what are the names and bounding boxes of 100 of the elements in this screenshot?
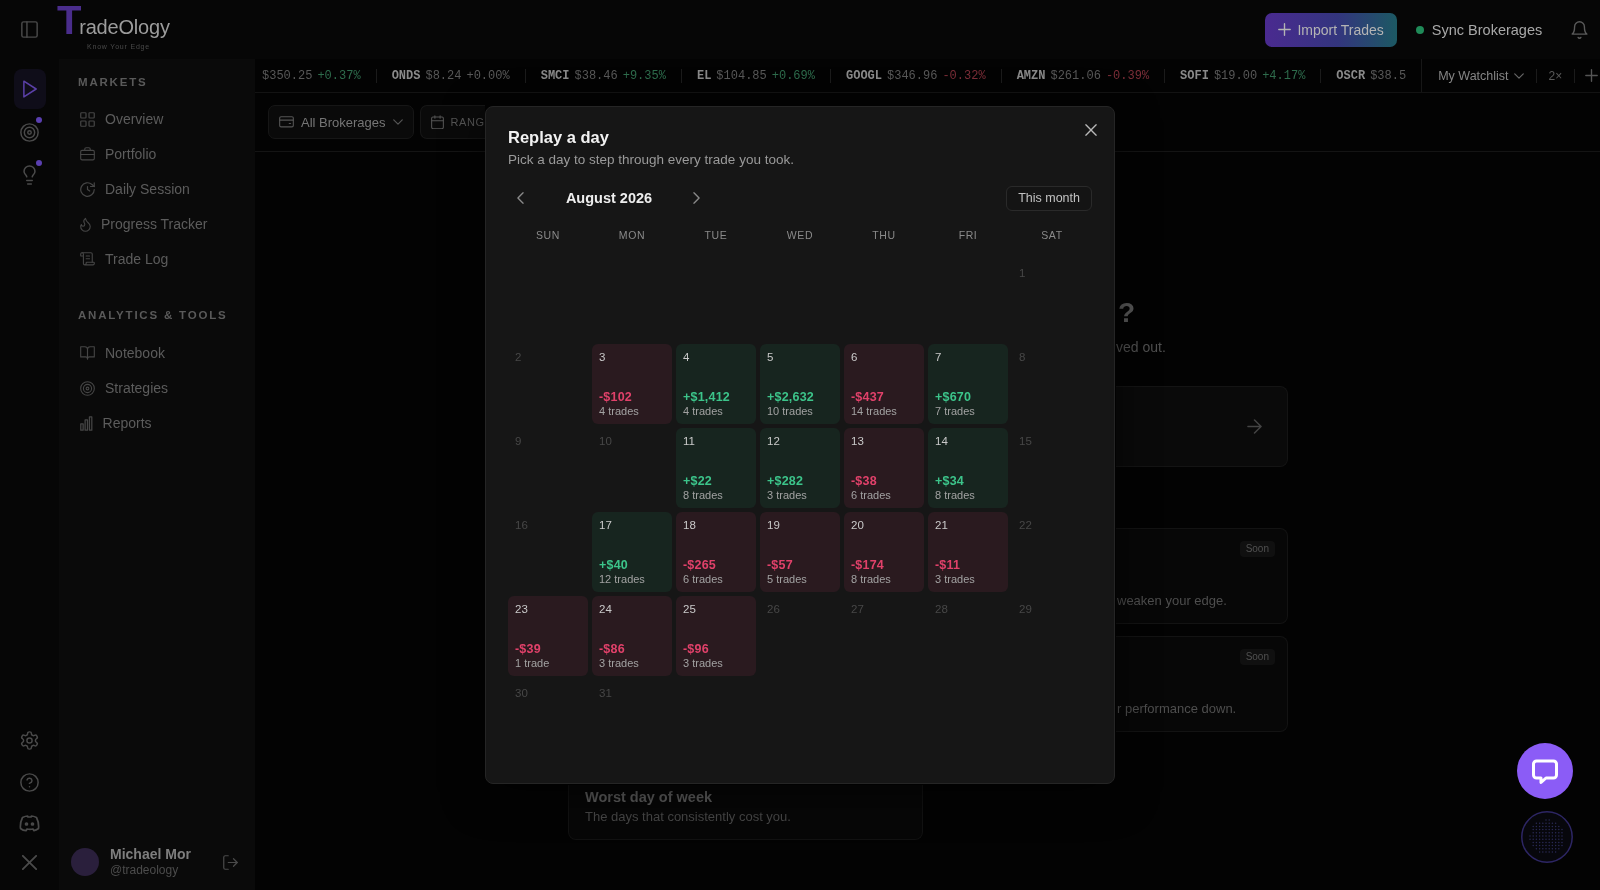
day-tile[interactable]: 24 -$86 3 trades bbox=[592, 596, 672, 676]
weekday-label: SAT bbox=[1041, 228, 1063, 242]
card-title: Worst day of week bbox=[585, 789, 713, 806]
pnl-amount: +$1,412 bbox=[683, 390, 730, 405]
chevron-down-icon bbox=[1513, 72, 1524, 79]
dialog-subtitle: Pick a day to step through every trade you took. bbox=[508, 151, 794, 169]
chevron-right-icon[interactable] bbox=[693, 192, 700, 204]
day-number: 11 bbox=[683, 434, 695, 448]
bell-icon[interactable] bbox=[1571, 20, 1589, 39]
trade-count: 14 trades bbox=[851, 405, 897, 418]
lightbulb-icon[interactable] bbox=[23, 165, 36, 185]
ticker-symbol: GOOGL bbox=[846, 68, 882, 83]
ticker-change: +0.37% bbox=[317, 68, 361, 83]
pnl-amount: +$22 bbox=[683, 474, 712, 489]
trade-count: 12 trades bbox=[599, 573, 645, 586]
day-number: 4 bbox=[683, 350, 690, 364]
day-number: 5 bbox=[767, 350, 774, 364]
bar-chart-icon bbox=[80, 415, 93, 431]
weekday-label: WED bbox=[786, 228, 814, 242]
day-tile[interactable]: 5 +$2,632 10 trades bbox=[760, 344, 840, 424]
day-tile[interactable]: 25 -$96 3 trades bbox=[676, 596, 756, 676]
plus-icon[interactable] bbox=[1585, 69, 1599, 82]
day-tile[interactable]: 11 +$22 8 trades bbox=[676, 428, 756, 508]
day-number: 13 bbox=[851, 434, 864, 448]
day-tile[interactable]: 12 +$282 3 trades bbox=[760, 428, 840, 508]
day-tile[interactable]: 23 -$39 1 trade bbox=[508, 596, 588, 676]
day-tile[interactable]: 4 +$1,412 4 trades bbox=[676, 344, 756, 424]
day-tile[interactable]: 13 -$38 6 trades bbox=[844, 428, 924, 508]
day-tile[interactable]: 7 +$670 7 trades bbox=[928, 344, 1008, 424]
target-icon bbox=[80, 380, 95, 396]
dotted-sphere-icon[interactable] bbox=[1521, 811, 1573, 863]
trade-count: 1 trade bbox=[515, 657, 550, 670]
settings-icon[interactable] bbox=[20, 731, 39, 750]
user-handle: @tradeology bbox=[110, 863, 179, 878]
logout-icon[interactable] bbox=[223, 854, 238, 870]
weekday-label: SUN bbox=[536, 228, 560, 242]
chevron-left-icon[interactable] bbox=[517, 192, 524, 204]
briefcase-icon bbox=[80, 147, 95, 161]
day-tile[interactable]: 21 -$11 3 trades bbox=[928, 512, 1008, 592]
pnl-amount: -$57 bbox=[767, 558, 793, 573]
ticker-change: +4.17% bbox=[1262, 68, 1306, 83]
help-icon[interactable] bbox=[20, 773, 39, 792]
day-number: 6 bbox=[851, 350, 858, 364]
weekday-label: MON bbox=[618, 228, 646, 242]
pnl-amount: -$86 bbox=[599, 642, 625, 657]
this-month-button[interactable]: This month bbox=[1006, 185, 1092, 211]
sync-brokerages-button[interactable]: Sync Brokerages bbox=[1415, 21, 1543, 38]
ticker-price: $38.5 bbox=[1370, 68, 1407, 83]
ticker-symbol: EL bbox=[696, 68, 712, 83]
trade-count: 6 trades bbox=[683, 573, 723, 586]
day-tile[interactable]: 18 -$265 6 trades bbox=[676, 512, 756, 592]
pnl-amount: +$40 bbox=[599, 558, 628, 573]
sidebar-toggle-icon[interactable] bbox=[21, 21, 38, 38]
calendar-icon bbox=[430, 114, 444, 130]
play-icon[interactable] bbox=[13, 69, 46, 109]
trade-count: 8 trades bbox=[851, 573, 891, 586]
pnl-amount: -$102 bbox=[599, 390, 632, 405]
day-tile[interactable]: 20 -$174 8 trades bbox=[844, 512, 924, 592]
coming-soon-label: Soon bbox=[1239, 649, 1275, 665]
logo-wordmark: TradeOlogy bbox=[57, 4, 170, 43]
user-name: Michael Mor bbox=[110, 846, 191, 863]
day-tile[interactable]: 17 +$40 12 trades bbox=[592, 512, 672, 592]
gamepad-icon[interactable] bbox=[19, 815, 40, 832]
dialog-title: Replay a day bbox=[508, 127, 609, 148]
trade-count: 5 trades bbox=[767, 573, 807, 586]
x-mark-icon[interactable] bbox=[22, 855, 37, 870]
pnl-amount: -$39 bbox=[515, 642, 541, 657]
ticker-change: -0.32% bbox=[942, 68, 986, 83]
day-number: 18 bbox=[683, 518, 696, 532]
ticker-change: +0.69% bbox=[771, 68, 815, 83]
ticker-price: $38.46 bbox=[574, 68, 618, 83]
trade-count: 3 trades bbox=[935, 573, 975, 586]
day-number: 23 bbox=[515, 602, 528, 616]
trade-count: 3 trades bbox=[683, 657, 723, 670]
ticker-price: $350.25 bbox=[262, 68, 313, 83]
day-tile[interactable]: 6 -$437 14 trades bbox=[844, 344, 924, 424]
page-heading: ? bbox=[1117, 297, 1136, 329]
filter-dropdown[interactable]: All Brokerages bbox=[268, 105, 414, 139]
import-trades-button[interactable]: Import Trades bbox=[1265, 12, 1397, 47]
weekday-label: TUE bbox=[704, 228, 728, 242]
day-tile[interactable]: 19 -$57 5 trades bbox=[760, 512, 840, 592]
pnl-amount: -$437 bbox=[851, 390, 884, 405]
target-icon[interactable] bbox=[20, 122, 39, 142]
grid-icon bbox=[80, 111, 95, 127]
day-number: 19 bbox=[767, 518, 780, 532]
close-icon[interactable] bbox=[1085, 124, 1097, 136]
trade-count: 8 trades bbox=[683, 489, 723, 502]
page-subheading: ved out. bbox=[1116, 338, 1166, 356]
day-tile[interactable]: 14 +$34 8 trades bbox=[928, 428, 1008, 508]
ticker-price: $261.06 bbox=[1050, 68, 1101, 83]
day-number: 14 bbox=[935, 434, 948, 448]
watchlist-dropdown[interactable]: My Watchlist bbox=[1434, 64, 1528, 87]
ticker-symbol: OSCR bbox=[1336, 68, 1366, 83]
pnl-amount: +$34 bbox=[935, 474, 964, 489]
day-tile[interactable]: 3 -$102 4 trades bbox=[592, 344, 672, 424]
ticker-symbol: AMZN bbox=[1016, 68, 1046, 83]
wallet-icon bbox=[279, 116, 294, 128]
chat-icon[interactable] bbox=[1517, 743, 1573, 799]
pnl-amount: -$96 bbox=[683, 642, 709, 657]
day-number: 3 bbox=[599, 350, 606, 364]
